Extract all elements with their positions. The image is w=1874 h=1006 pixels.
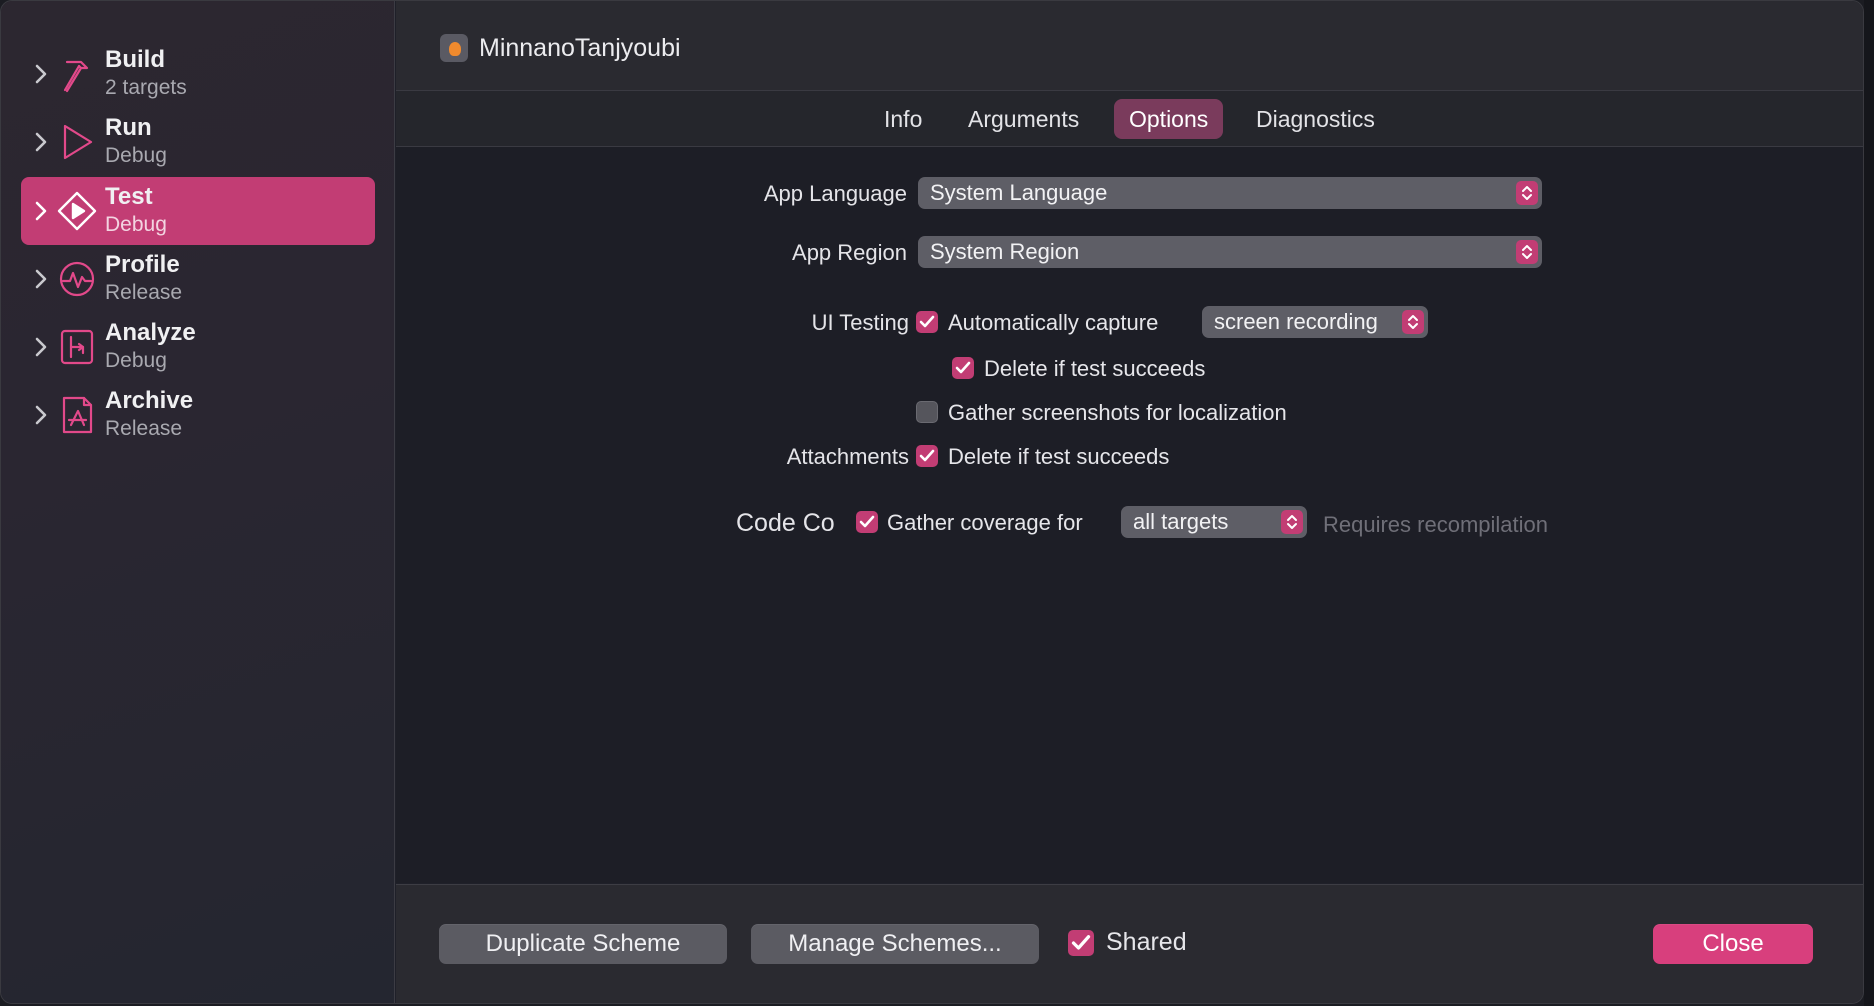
scheme-target-name[interactable]: MinnanoTanjyoubi	[479, 34, 681, 63]
sidebar-item-subtitle: Debug	[105, 213, 167, 236]
manage-schemes-button[interactable]: Manage Schemes...	[751, 924, 1039, 964]
attachments-delete-label: Delete if test succeeds	[948, 444, 1170, 469]
app-icon	[440, 34, 468, 62]
auto-capture-checkbox[interactable]	[916, 311, 938, 333]
scheme-footer: Duplicate Scheme Manage Schemes... Share…	[396, 884, 1863, 1003]
hammer-icon	[57, 54, 97, 94]
sidebar-item-profile[interactable]: Profile Release	[21, 245, 375, 313]
app-language-label: App Language	[763, 181, 907, 206]
app-language-select[interactable]: System Language	[918, 177, 1542, 209]
select-stepper-icon	[1281, 510, 1303, 534]
sidebar-item-subtitle: Release	[105, 417, 183, 440]
sidebar-item-analyze[interactable]: Analyze Debug	[21, 313, 375, 381]
tab-options[interactable]: Options	[1114, 99, 1224, 139]
chevron-right-icon[interactable]	[30, 60, 52, 88]
chevron-right-icon[interactable]	[30, 401, 52, 429]
sidebar-item-archive[interactable]: Archive Release	[21, 381, 375, 449]
app-region-value: System Region	[930, 239, 1080, 264]
shared-label: Shared	[1106, 928, 1187, 956]
scheme-header: MinnanoTanjyoubi	[396, 1, 1863, 91]
code-coverage-label: Code Co	[736, 509, 835, 537]
select-stepper-icon	[1516, 240, 1538, 264]
ui-testing-label: UI Testing	[811, 310, 909, 335]
chevron-right-icon[interactable]	[30, 197, 52, 225]
tab-bar: Info Arguments Options Diagnostics	[396, 91, 1863, 147]
background-window-edge	[1864, 0, 1874, 1006]
sidebar-item-test[interactable]: Test Debug	[21, 177, 375, 245]
tab-arguments[interactable]: Arguments	[953, 99, 1094, 139]
diamond-play-icon	[57, 191, 97, 231]
app-region-select[interactable]: System Region	[918, 236, 1542, 268]
capture-mode-value: screen recording	[1214, 309, 1378, 334]
sidebar-item-subtitle: Debug	[105, 144, 167, 167]
branch-icon	[57, 327, 97, 367]
sidebar-item-title: Archive	[105, 387, 194, 414]
play-icon	[57, 122, 97, 162]
chevron-right-icon[interactable]	[30, 333, 52, 361]
shared-checkbox[interactable]	[1068, 930, 1094, 956]
select-stepper-icon	[1402, 310, 1424, 334]
attachments-delete-checkbox[interactable]	[916, 445, 938, 467]
sidebar-item-subtitle: Debug	[105, 349, 167, 372]
chevron-right-icon[interactable]	[30, 128, 52, 156]
sidebar-item-title: Test	[105, 183, 153, 210]
sidebar-item-title: Analyze	[105, 319, 196, 346]
auto-capture-label: Automatically capture	[948, 310, 1159, 335]
sidebar-item-subtitle: Release	[105, 281, 183, 304]
sidebar-item-subtitle: 2 targets	[105, 76, 187, 99]
app-language-value: System Language	[930, 180, 1108, 205]
sidebar-item-run[interactable]: Run Debug	[21, 108, 375, 176]
coverage-targets-value: all targets	[1133, 509, 1229, 534]
gather-screenshots-label: Gather screenshots for localization	[948, 400, 1287, 425]
chevron-right-icon[interactable]	[30, 265, 52, 293]
gather-screenshots-checkbox[interactable]	[916, 401, 938, 423]
sidebar-item-title: Build	[105, 46, 165, 73]
app-region-label: App Region	[792, 240, 907, 265]
close-button[interactable]: Close	[1653, 924, 1813, 964]
sidebar-item-title: Profile	[105, 251, 180, 278]
tab-info[interactable]: Info	[869, 99, 937, 139]
sidebar-item-title: Run	[105, 114, 152, 141]
options-panel: App Language System Language App Region …	[396, 147, 1863, 883]
delete-if-succeeds-label: Delete if test succeeds	[984, 356, 1206, 381]
gather-coverage-label: Gather coverage for	[887, 510, 1083, 535]
scheme-actions-sidebar: Build 2 targets Run Debug Test Debug Pro…	[1, 1, 395, 1003]
scheme-editor-window: Build 2 targets Run Debug Test Debug Pro…	[0, 0, 1864, 1004]
tab-diagnostics[interactable]: Diagnostics	[1241, 99, 1390, 139]
attachments-label: Attachments	[786, 444, 909, 469]
sidebar-item-build[interactable]: Build 2 targets	[21, 40, 375, 108]
gather-coverage-checkbox[interactable]	[856, 511, 878, 533]
gauge-icon	[57, 259, 97, 299]
duplicate-scheme-button[interactable]: Duplicate Scheme	[439, 924, 727, 964]
coverage-targets-select[interactable]: all targets	[1121, 506, 1307, 538]
select-stepper-icon	[1516, 181, 1538, 205]
requires-recompilation-note: Requires recompilation	[1323, 512, 1548, 537]
appstore-icon	[57, 395, 97, 435]
capture-mode-select[interactable]: screen recording	[1202, 306, 1428, 338]
delete-if-succeeds-checkbox[interactable]	[952, 357, 974, 379]
